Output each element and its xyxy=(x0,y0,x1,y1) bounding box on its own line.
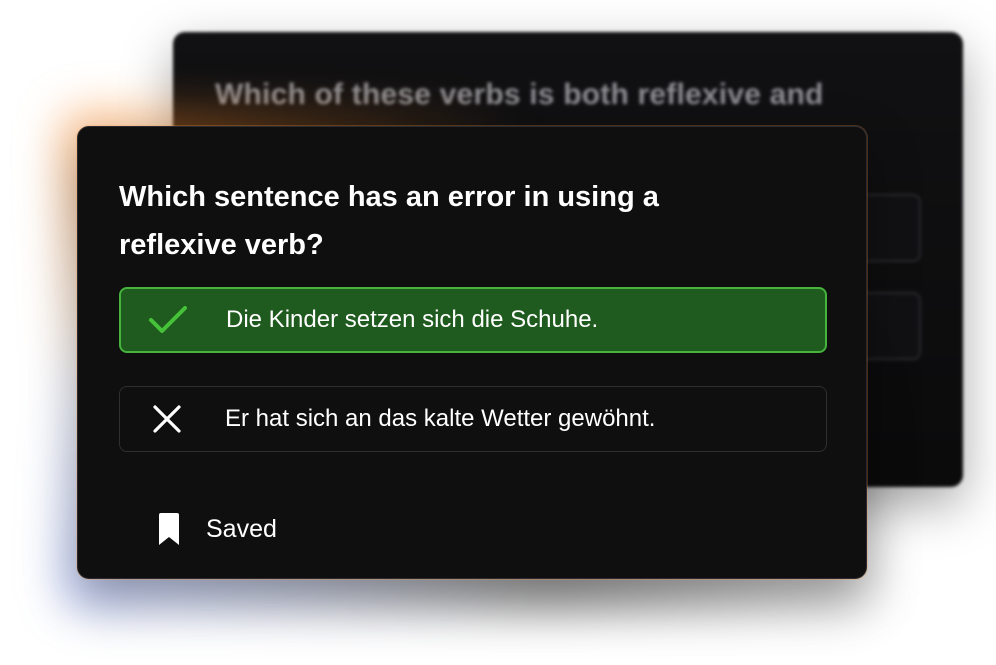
bookmark-icon xyxy=(157,512,181,546)
saved-label: Saved xyxy=(206,514,277,543)
quiz-card: Which sentence has an error in using a r… xyxy=(77,126,867,579)
answer-option-label: Die Kinder setzen sich die Schuhe. xyxy=(226,306,599,333)
question-text: Which sentence has an error in using a r… xyxy=(119,181,659,261)
answer-option-incorrect[interactable]: Er hat sich an das kalte Wetter gewöhnt. xyxy=(119,386,827,452)
background-question-title: Which of these verbs is both reflexive a… xyxy=(215,78,824,111)
saved-button[interactable]: Saved xyxy=(157,512,277,546)
check-icon xyxy=(148,300,188,340)
x-icon xyxy=(147,399,187,439)
answer-option-label: Er hat sich an das kalte Wetter gewöhnt. xyxy=(225,405,656,432)
answer-option-correct[interactable]: Die Kinder setzen sich die Schuhe. xyxy=(119,287,827,353)
quiz-stage: Which of these verbs is both reflexive a… xyxy=(0,0,996,665)
